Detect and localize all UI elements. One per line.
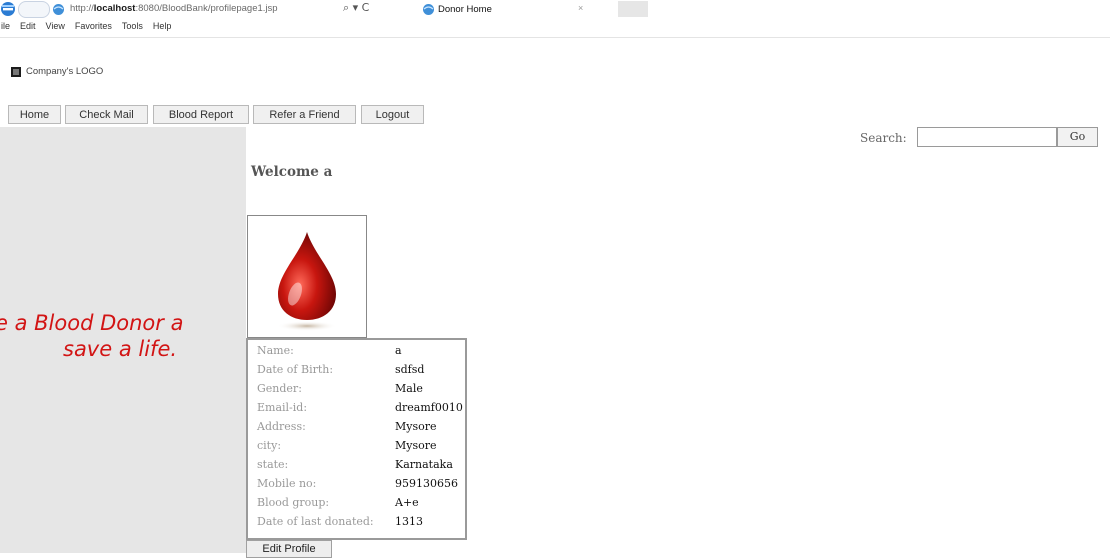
- url-prefix: http://: [70, 3, 94, 14]
- menu-view[interactable]: View: [46, 21, 65, 31]
- nav-refer-friend-button[interactable]: Refer a Friend: [253, 105, 356, 124]
- menu-help[interactable]: Help: [153, 21, 172, 31]
- search-input[interactable]: [917, 127, 1057, 147]
- profile-row-city: city: Mysore: [257, 439, 467, 458]
- profile-label: state:: [257, 458, 289, 471]
- menu-file[interactable]: ile: [1, 21, 10, 31]
- tab-title[interactable]: Donor Home: [438, 4, 492, 15]
- broken-image-icon: [11, 67, 21, 77]
- profile-details-table: Name: a Date of Birth: sdfsd Gender: Male E…: [246, 338, 467, 540]
- search-label: Search:: [860, 131, 907, 145]
- chrome-divider: [0, 37, 1110, 38]
- profile-label: Address:: [257, 420, 306, 433]
- profile-value: a: [395, 344, 402, 357]
- browser-chrome: http://localhost:8080/BloodBank/profilep…: [0, 0, 1110, 36]
- profile-value: Mysore: [395, 420, 437, 433]
- tab-favicon-icon: [423, 4, 434, 15]
- sidebar: e a Blood Donor a save a life.: [0, 127, 246, 553]
- nav-blood-report-button[interactable]: Blood Report: [153, 105, 249, 124]
- menu-favorites[interactable]: Favorites: [75, 21, 112, 31]
- profile-value: 959130656: [395, 477, 458, 490]
- back-forward-buttons[interactable]: [18, 1, 50, 18]
- profile-row-last-donated: Date of last donated: 1313: [257, 515, 467, 534]
- profile-value: 1313: [395, 515, 423, 528]
- tab-close-icon[interactable]: ×: [578, 3, 583, 13]
- profile-image: [247, 215, 367, 338]
- nav-home-button[interactable]: Home: [8, 105, 61, 124]
- company-logo-text: Company's LOGO: [26, 66, 104, 77]
- page-favicon-icon: [53, 4, 64, 15]
- url-path: :8080/BloodBank/profilepage1.jsp: [135, 3, 278, 14]
- profile-value: Mysore: [395, 439, 437, 452]
- profile-row-state: state: Karnataka: [257, 458, 467, 477]
- profile-label: Mobile no:: [257, 477, 317, 490]
- profile-label: Blood group:: [257, 496, 330, 509]
- slogan-line-2: save a life.: [63, 337, 178, 361]
- profile-row-name: Name: a: [257, 344, 467, 363]
- profile-label: Date of Birth:: [257, 363, 334, 376]
- profile-label: Date of last donated:: [257, 515, 374, 528]
- search-go-button[interactable]: Go: [1057, 127, 1098, 147]
- profile-row-blood-group: Blood group: A+e: [257, 496, 467, 515]
- profile-row-gender: Gender: Male: [257, 382, 467, 401]
- profile-label: city:: [257, 439, 282, 452]
- nav-logout-button[interactable]: Logout: [361, 105, 424, 124]
- profile-label: Name:: [257, 344, 294, 357]
- url-host: localhost: [93, 3, 136, 14]
- profile-value: Male: [395, 382, 423, 395]
- nav-check-mail-button[interactable]: Check Mail: [65, 105, 148, 124]
- welcome-heading: Welcome a: [251, 164, 333, 180]
- profile-label: Email-id:: [257, 401, 308, 414]
- profile-value: Karnataka: [395, 458, 453, 471]
- menu-bar: ile Edit View Favorites Tools Help: [0, 21, 1110, 35]
- profile-row-dob: Date of Birth: sdfsd: [257, 363, 467, 382]
- blood-drop-icon: [277, 232, 337, 331]
- profile-row-address: Address: Mysore: [257, 420, 467, 439]
- address-search-refresh-icon[interactable]: ⌕ ▾ C: [343, 1, 369, 15]
- address-bar[interactable]: http://localhost:8080/BloodBank/profilep…: [70, 3, 278, 14]
- profile-value: sdfsd: [395, 363, 425, 376]
- profile-row-email: Email-id: dreamf0010: [257, 401, 467, 420]
- new-tab-button[interactable]: [618, 1, 648, 17]
- profile-value: dreamf0010: [395, 401, 463, 414]
- profile-row-mobile: Mobile no: 959130656: [257, 477, 467, 496]
- slogan-line-1: e a Blood Donor a: [0, 311, 184, 335]
- menu-edit[interactable]: Edit: [20, 21, 36, 31]
- profile-value: A+e: [395, 496, 419, 509]
- browser-logo-icon: [1, 2, 15, 16]
- edit-profile-button[interactable]: Edit Profile: [246, 540, 332, 558]
- profile-label: Gender:: [257, 382, 302, 395]
- menu-tools[interactable]: Tools: [122, 21, 143, 31]
